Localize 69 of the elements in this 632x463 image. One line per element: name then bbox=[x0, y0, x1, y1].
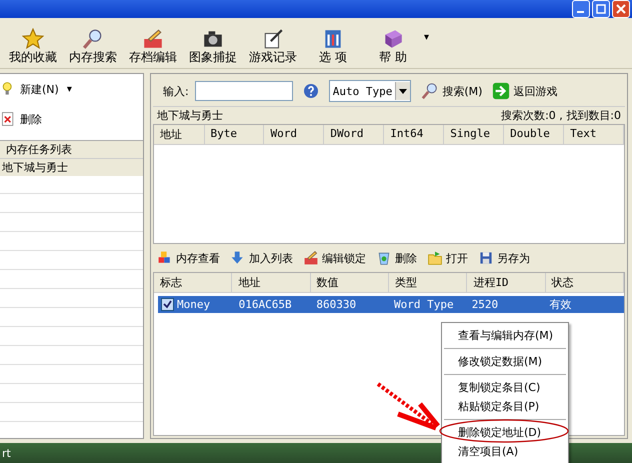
search-stats: 搜索次数:0 , 找到数目:0 bbox=[501, 108, 621, 123]
notepad-icon bbox=[262, 28, 284, 50]
column-header[interactable]: 数值 bbox=[310, 273, 389, 292]
field-label: 输入: bbox=[163, 84, 189, 98]
toolbar-button[interactable]: 删除 bbox=[0, 111, 42, 127]
minimize-icon[interactable] bbox=[572, 0, 590, 18]
toolbar-button[interactable]: 新建(N) bbox=[0, 81, 59, 97]
column-header[interactable]: 类型 bbox=[388, 273, 468, 292]
table-row[interactable]: Money 016AC65B 860330 Word Type 2520 有效 bbox=[158, 296, 624, 313]
toolbar-button[interactable]: 返回游戏 bbox=[492, 82, 558, 100]
column-header[interactable]: 地址 bbox=[154, 125, 205, 144]
toolbar-button[interactable]: 搜索(M) bbox=[421, 82, 482, 100]
column-header[interactable]: DWord bbox=[324, 125, 384, 144]
pencil-icon bbox=[303, 250, 319, 266]
table-cell: 2520 bbox=[472, 298, 498, 311]
table-cell: 860330 bbox=[316, 298, 356, 311]
toolbar-button[interactable]: 选 项 bbox=[304, 28, 362, 64]
magnifier-icon bbox=[421, 82, 440, 100]
blocks-icon bbox=[157, 250, 173, 266]
toolbar-button[interactable]: 另存为 bbox=[478, 250, 530, 266]
toolbar-button[interactable]: 加入列表 bbox=[230, 250, 293, 266]
column-header[interactable]: 进程ID bbox=[467, 273, 546, 292]
menu-item[interactable]: 复制锁定条目(C) bbox=[442, 378, 568, 397]
toolbar-button[interactable]: 内存搜索 bbox=[64, 28, 122, 64]
table-cell: 016AC65B bbox=[238, 298, 292, 311]
toolbar-button[interactable]: 我的收藏 bbox=[4, 28, 62, 64]
column-header[interactable]: 标志 bbox=[154, 273, 232, 292]
column-header[interactable]: Word bbox=[264, 125, 324, 144]
pencil-icon bbox=[142, 28, 164, 50]
column-header[interactable]: Int64 bbox=[384, 125, 444, 144]
column-header[interactable]: 状态 bbox=[546, 273, 624, 292]
column-header[interactable]: Byte bbox=[204, 125, 264, 144]
column-header[interactable]: 内存任务列表 bbox=[0, 141, 143, 159]
menu-item[interactable]: 清空项目(A) bbox=[442, 442, 568, 461]
toolbar-button[interactable]: 打开 bbox=[427, 250, 468, 266]
menu-item[interactable]: 查看与编辑内存(M) bbox=[442, 326, 568, 345]
toolbar-button[interactable]: 编辑锁定 bbox=[303, 250, 366, 266]
table-cell: Money bbox=[177, 298, 210, 311]
toolbar-button[interactable]: 删除 bbox=[376, 250, 417, 266]
star-icon bbox=[22, 28, 44, 50]
column-header[interactable]: Single bbox=[444, 125, 504, 144]
column-header[interactable]: 地址 bbox=[232, 273, 311, 292]
type-dropdown[interactable]: Auto Type bbox=[328, 80, 412, 102]
menu-item[interactable]: 修改锁定数据(M) bbox=[442, 352, 568, 371]
column-header[interactable]: Double bbox=[504, 125, 564, 144]
game-name: 地下城与勇士 bbox=[157, 108, 223, 123]
magnifier-icon bbox=[82, 28, 104, 50]
checkbox[interactable] bbox=[161, 298, 174, 311]
toolbar-button[interactable]: 图象捕捉 bbox=[184, 28, 242, 64]
recycle-bin-icon bbox=[376, 250, 392, 266]
close-icon[interactable] bbox=[612, 0, 630, 18]
toolbar-button[interactable]: 内存查看 bbox=[157, 250, 220, 266]
menu-item[interactable]: 粘贴锁定条目(P) bbox=[442, 397, 568, 416]
toolbar-button[interactable]: 游戏记录 bbox=[244, 28, 302, 64]
annotation-arrow bbox=[376, 382, 440, 430]
list-item[interactable]: 地下城与勇士 bbox=[0, 159, 143, 176]
table-cell: Word Type bbox=[394, 298, 454, 311]
menu-item[interactable]: 删除锁定地址(D) bbox=[442, 423, 568, 442]
dropdown-arrow[interactable]: ▾ bbox=[66, 84, 72, 94]
column-header[interactable]: Text bbox=[564, 125, 624, 144]
start-button[interactable]: rt bbox=[2, 446, 11, 460]
maximize-icon[interactable] bbox=[592, 0, 610, 18]
toolbar-button[interactable]: 帮 助 bbox=[364, 28, 422, 64]
search-field[interactable] bbox=[194, 81, 293, 101]
toolbar-button[interactable]: 存档编辑 bbox=[124, 28, 182, 64]
help-icon[interactable] bbox=[302, 83, 319, 99]
folder-icon bbox=[427, 250, 443, 266]
table-cell: 有效 bbox=[549, 297, 572, 312]
dropdown-arrow[interactable]: ▾ bbox=[424, 32, 430, 43]
